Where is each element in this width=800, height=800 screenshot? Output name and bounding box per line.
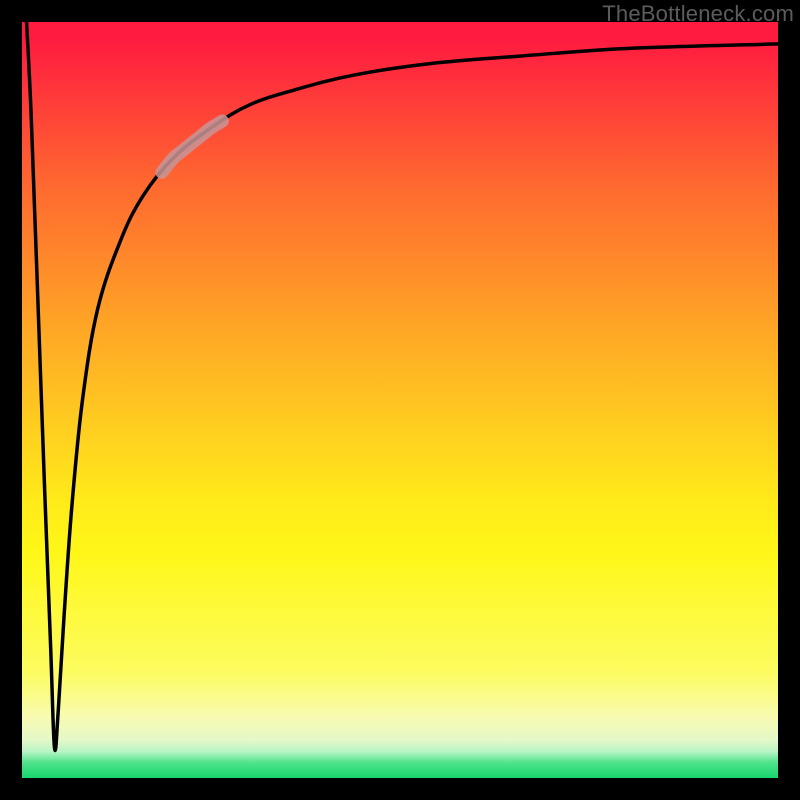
curve-layer: [22, 22, 778, 778]
watermark-text: TheBottleneck.com: [602, 1, 794, 27]
chart-frame: TheBottleneck.com: [0, 0, 800, 800]
curve-highlight-segment: [162, 121, 222, 172]
bottleneck-curve: [27, 22, 778, 750]
